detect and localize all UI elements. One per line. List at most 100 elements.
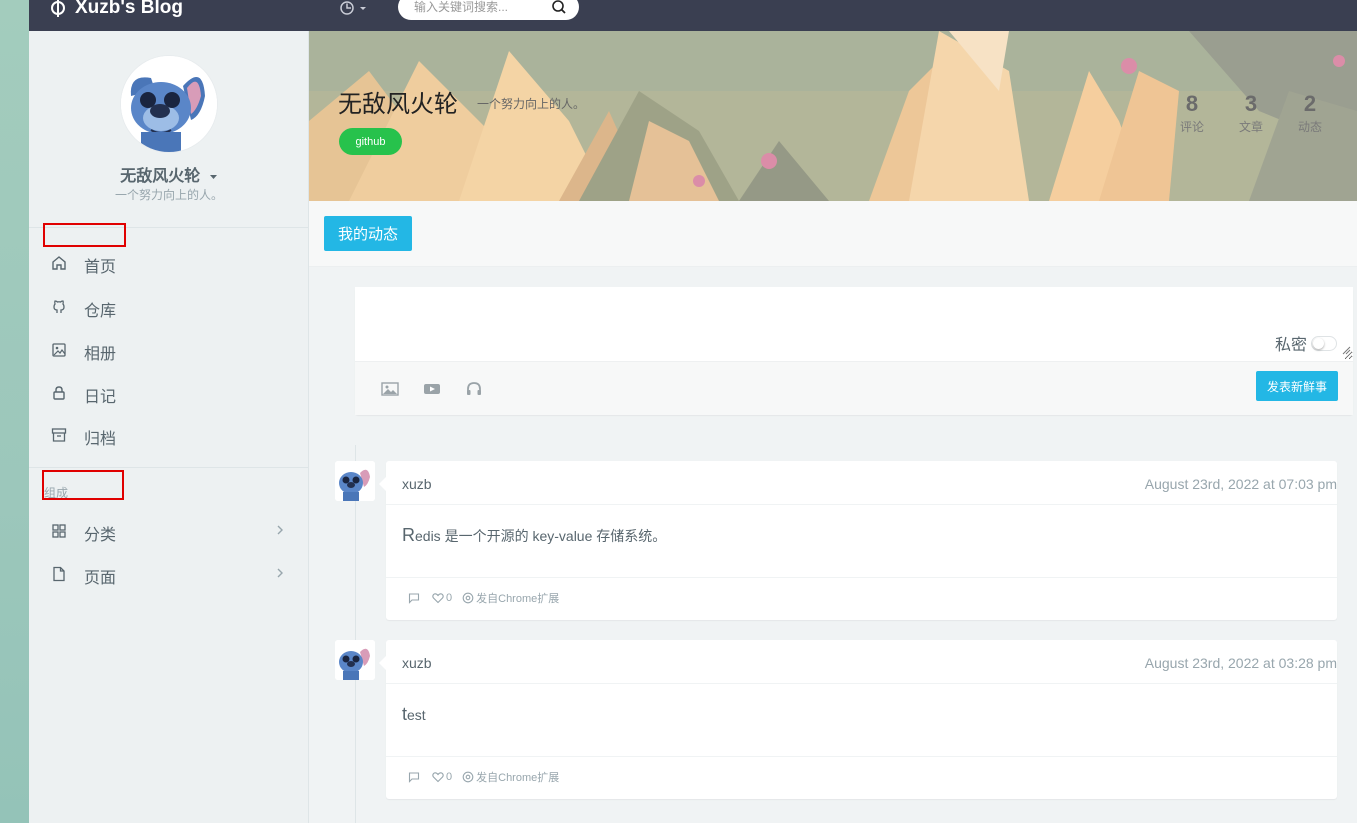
feed-timestamp: August 23rd, 2022 at 03:28 pm [1144,655,1337,671]
video-icon[interactable] [423,381,441,397]
github-icon [53,300,65,313]
chevron-right-icon [277,525,283,535]
clock-icon [340,1,354,15]
post-button[interactable]: 发表新鲜事 [1256,371,1338,401]
comment-icon [408,593,420,604]
feed-divider [386,577,1337,578]
heart-icon [432,593,444,604]
stitch-avatar-image [121,56,217,152]
top-navbar: Xuzb's Blog [29,0,1357,31]
file-icon [53,566,65,582]
resize-grip-icon[interactable] [1341,345,1351,355]
avatar[interactable] [335,461,375,501]
stat-number: 8 [1185,91,1199,116]
banner-subtitle: 一个努力向上的人。 [477,97,586,111]
brand[interactable]: Xuzb's Blog [49,0,183,22]
post-composer: 私密 发表新鲜事 [355,287,1353,415]
feed-author[interactable]: xuzb [402,655,432,671]
source-label: 发自Chrome扩展 [462,769,559,785]
stat-moments[interactable]: 2 动态 [1285,91,1335,135]
profile-banner: 无敌风火轮 一个努力向上的人。 github 8 评论 3 文章 2 动态 [309,31,1357,201]
sidebar-item-label: 首页 [84,259,117,276]
window-left-edge [0,0,29,823]
feed-content: test [402,704,426,725]
brand-logo-icon [51,0,65,17]
stitch-avatar-image [335,461,375,501]
feed-content: Redis 是一个开源的 key-value 存储系统。 [402,525,666,546]
sidebar-item-diary[interactable]: 日记 [29,373,308,413]
stat-comments[interactable]: 8 评论 [1167,91,1217,135]
like-count: 0 [446,592,453,604]
feed-divider [386,504,1337,505]
sidebar-item-label: 相册 [84,346,117,363]
sidebar-item-pages[interactable]: 页面 [29,554,308,594]
image-upload-icon[interactable] [381,381,399,397]
composer-toolbar: 发表新鲜事 [355,361,1353,415]
private-label: 私密 [1274,337,1307,354]
stat-label: 动态 [1297,120,1322,134]
sidebar-item-album[interactable]: 相册 [29,330,308,370]
brand-title: Xuzb's Blog [75,0,183,18]
feed-item: xuzb August 23rd, 2022 at 07:03 pm Redis… [335,461,1337,621]
source-label: 发自Chrome扩展 [462,590,559,606]
feed-actions: 0 发自Chrome扩展 [408,590,569,606]
comment-icon [408,772,420,783]
feed-timestamp: August 23rd, 2022 at 07:03 pm [1144,476,1337,492]
feed-content-rest: est [407,707,426,723]
profile-motto: 一个努力向上的人。 [114,188,223,202]
chevron-down-icon [360,7,366,10]
feed-item: xuzb August 23rd, 2022 at 03:28 pm test … [335,640,1337,800]
theme-dropdown[interactable] [339,0,368,16]
feed-card: xuzb August 23rd, 2022 at 07:03 pm Redis… [379,461,1337,620]
feed-actions: 0 发自Chrome扩展 [408,769,569,785]
sidebar-item-repo[interactable]: 仓库 [29,287,308,327]
profile-name-text: 无敌风火轮 [120,168,201,185]
sidebar-item-label: 日记 [84,389,117,406]
sidebar: 无敌风火轮 一个努力向上的人。 首页 仓库 相册 日记 归档 组成 分类 页面 [29,31,309,823]
sidebar-divider [29,467,308,468]
tab-bar: 我的动态 [309,201,1357,267]
profile-name[interactable]: 无敌风火轮 [29,162,309,186]
headphones-icon[interactable] [465,381,483,397]
chevron-right-icon [277,568,283,578]
chrome-icon [462,771,474,783]
stat-number: 2 [1303,91,1317,116]
sidebar-item-home[interactable]: 首页 [29,243,308,283]
search-input[interactable] [412,0,542,20]
avatar[interactable] [335,640,375,680]
stat-label: 文章 [1238,120,1263,134]
feed-author[interactable]: xuzb [402,476,432,492]
stitch-avatar-image [335,640,375,680]
search-box [398,0,579,20]
private-toggle-group: 私密 [1275,331,1337,355]
banner-title: 无敌风火轮 [338,91,458,118]
feed-content-rest: edis 是一个开源的 key-value 存储系统。 [415,528,667,544]
sidebar-item-label: 页面 [84,570,117,587]
chrome-icon [462,592,474,604]
heart-icon [432,772,444,783]
private-toggle[interactable] [1311,335,1337,351]
feed-card: xuzb August 23rd, 2022 at 03:28 pm test … [379,640,1337,799]
stat-label: 评论 [1179,120,1204,134]
comment-action[interactable] [408,771,422,783]
stat-number: 3 [1244,91,1258,116]
like-count: 0 [446,771,453,783]
profile-avatar[interactable] [121,56,217,152]
source-text: 发自Chrome扩展 [476,593,560,605]
github-button[interactable]: github [339,128,402,155]
main-content: 私密 发表新鲜事 xuzb August 23rd, 2022 at 07:03… [309,267,1357,823]
like-action[interactable]: 0 [432,771,452,783]
sidebar-item-label: 仓库 [84,303,117,320]
tab-my-moments[interactable]: 我的动态 [324,216,412,251]
sidebar-item-category[interactable]: 分类 [29,511,308,551]
sidebar-item-label: 分类 [84,527,117,544]
sidebar-item-archive[interactable]: 归档 [29,415,308,455]
comment-action[interactable] [408,592,422,604]
composer-textarea[interactable] [355,287,1353,360]
sidebar-item-label: 归档 [84,431,117,448]
search-icon[interactable] [551,0,567,15]
feed-content-initial: R [402,525,415,545]
stat-posts[interactable]: 3 文章 [1226,91,1276,135]
like-action[interactable]: 0 [432,592,452,604]
grid-icon [52,524,66,538]
